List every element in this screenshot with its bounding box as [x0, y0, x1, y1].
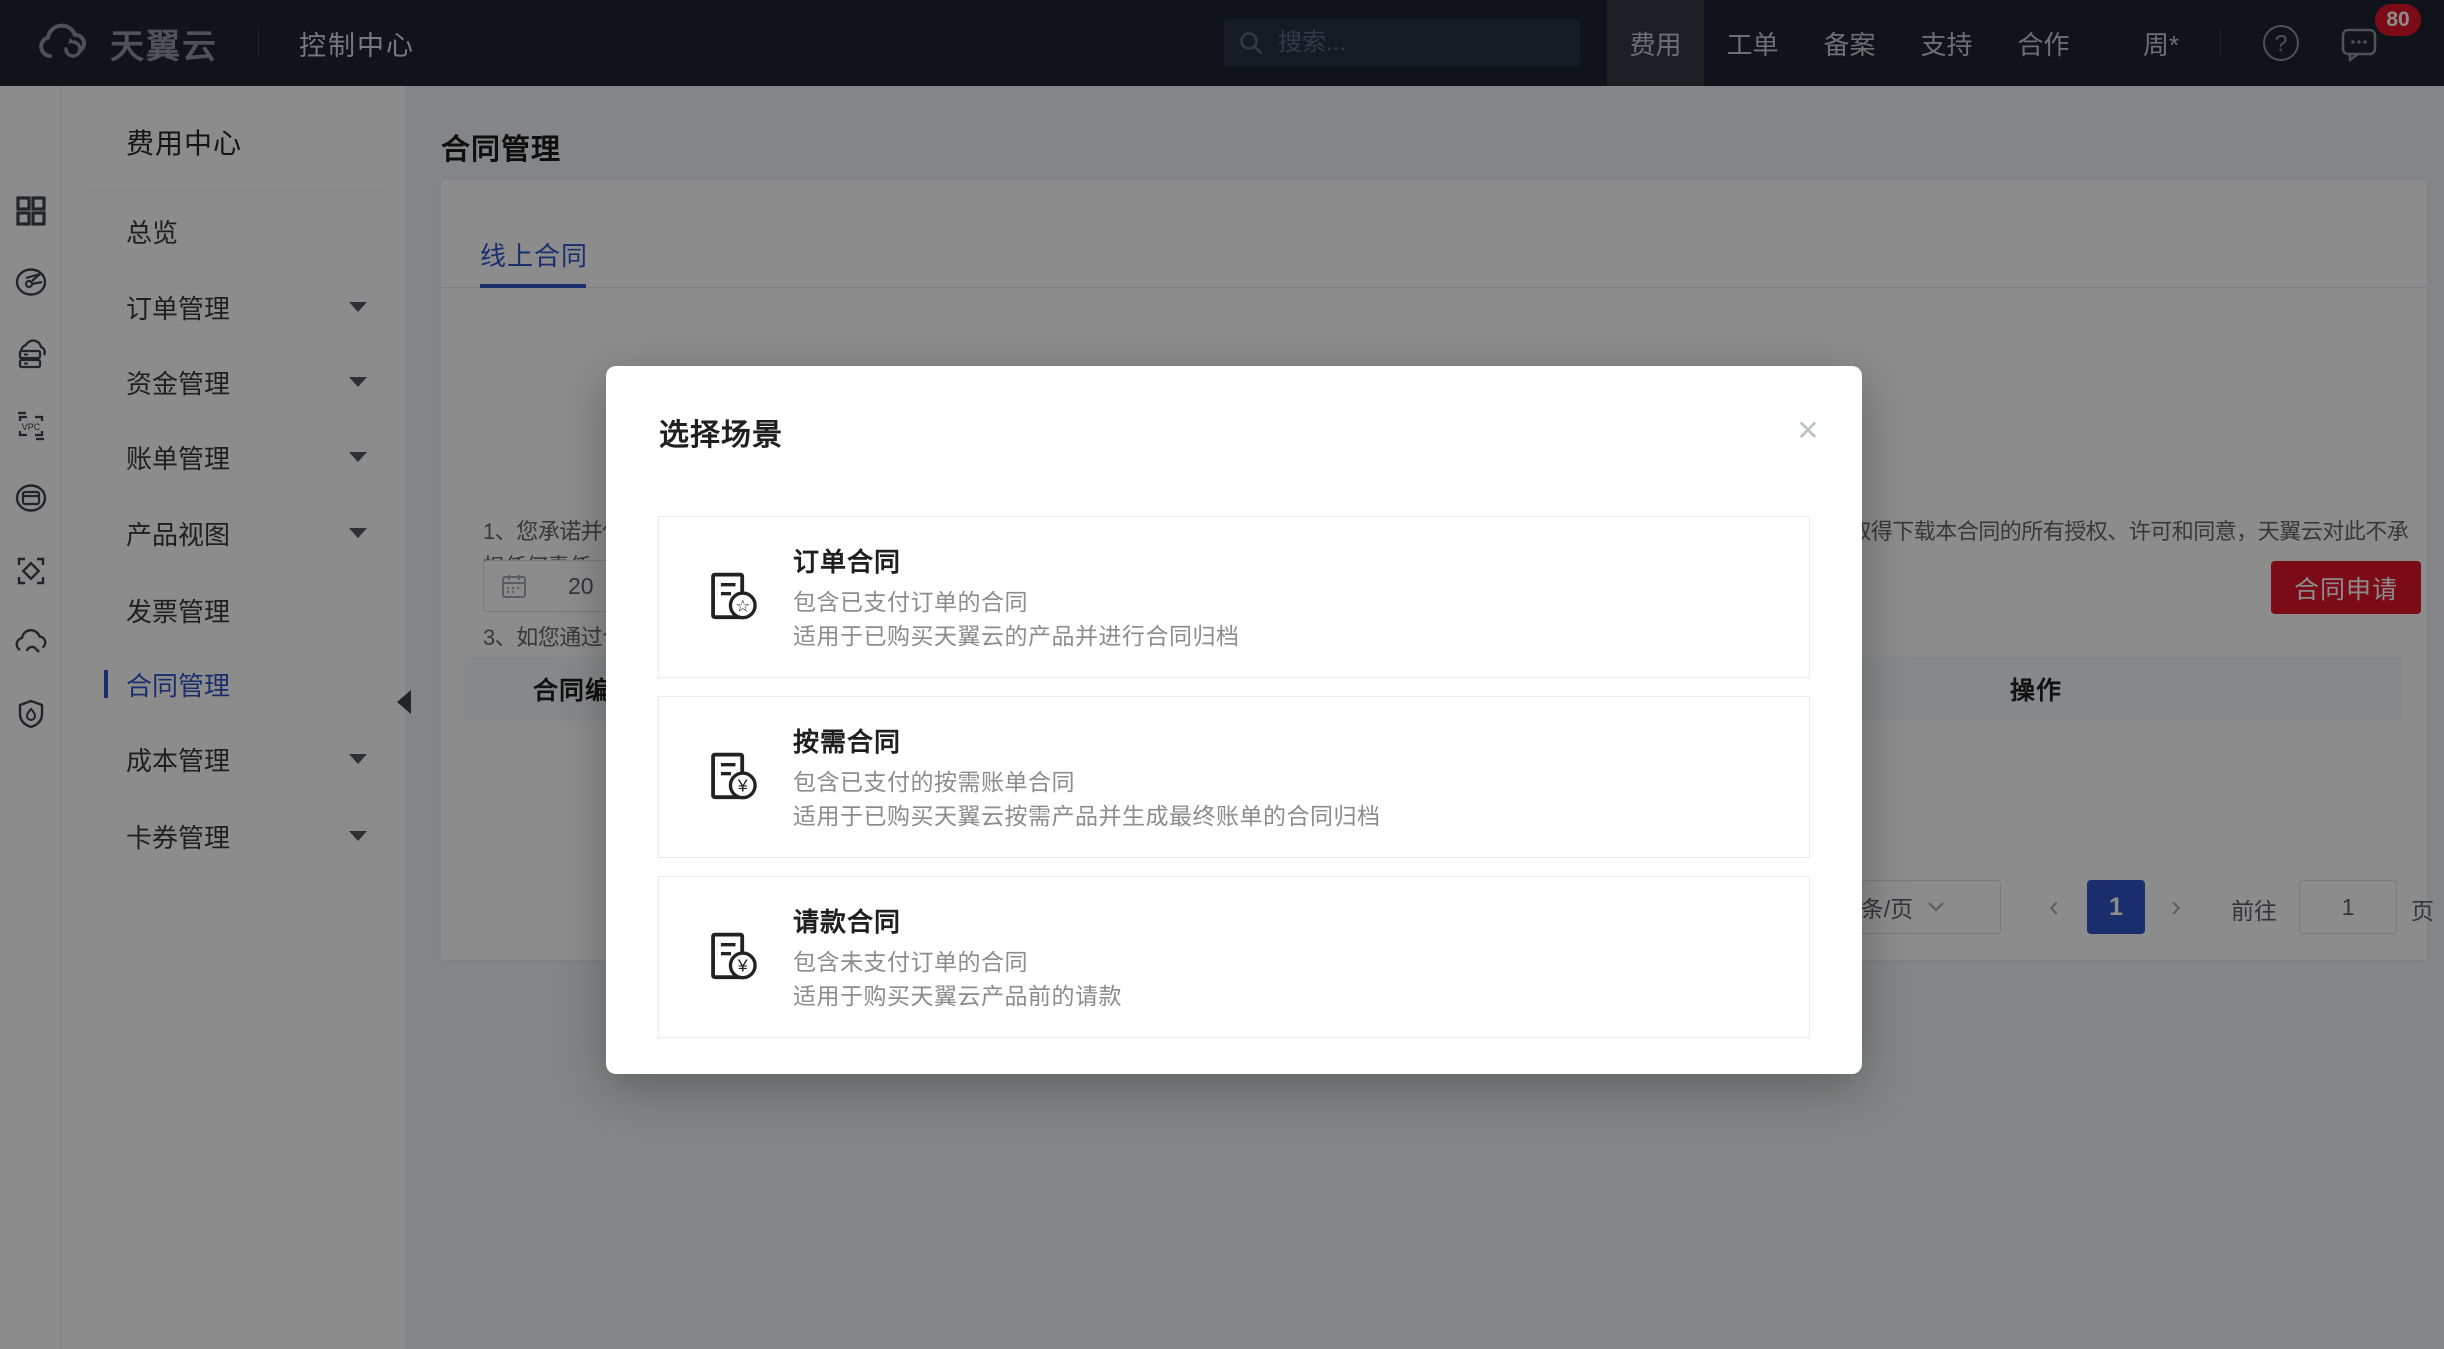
option-payment-request-contract[interactable]: ¥ 请款合同 包含未支付订单的合同 适用于购买天翼云产品前的请款 [658, 876, 1810, 1038]
contract-star-icon: ☆ [703, 569, 759, 625]
option-desc-line2: 适用于购买天翼云产品前的请款 [793, 979, 1122, 1013]
svg-text:¥: ¥ [737, 956, 748, 976]
option-desc: 包含已支付的按需账单合同 适用于已购买天翼云按需产品并生成最终账单的合同归档 [793, 765, 1381, 833]
option-ondemand-contract[interactable]: ¥ 按需合同 包含已支付的按需账单合同 适用于已购买天翼云按需产品并生成最终账单… [658, 696, 1810, 858]
page: 天翼云 控制中心 费用 工单 备案 支持 合作 周* ? [0, 0, 2444, 1349]
modal-title: 选择场景 [659, 410, 783, 454]
svg-text:☆: ☆ [735, 597, 750, 616]
option-title: 按需合同 [793, 722, 1381, 759]
contract-yen-icon: ¥ [703, 929, 759, 985]
option-text: 请款合同 包含未支付订单的合同 适用于购买天翼云产品前的请款 [793, 902, 1122, 1013]
svg-text:¥: ¥ [737, 776, 748, 796]
option-desc-line1: 包含未支付订单的合同 [793, 945, 1122, 979]
option-desc: 包含未支付订单的合同 适用于购买天翼云产品前的请款 [793, 945, 1122, 1013]
scenario-modal: 选择场景 ✕ ☆ 订单合同 包含已支付订单的合同 适用于已购买天翼云的产品并进行… [606, 366, 1862, 1074]
option-title: 订单合同 [793, 542, 1240, 579]
option-desc-line2: 适用于已购买天翼云的产品并进行合同归档 [793, 619, 1240, 653]
option-desc-line2: 适用于已购买天翼云按需产品并生成最终账单的合同归档 [793, 799, 1381, 833]
close-icon[interactable]: ✕ [1786, 408, 1830, 452]
option-desc: 包含已支付订单的合同 适用于已购买天翼云的产品并进行合同归档 [793, 585, 1240, 653]
option-order-contract[interactable]: ☆ 订单合同 包含已支付订单的合同 适用于已购买天翼云的产品并进行合同归档 [658, 516, 1810, 678]
option-title: 请款合同 [793, 902, 1122, 939]
contract-yen-icon: ¥ [703, 749, 759, 805]
option-text: 按需合同 包含已支付的按需账单合同 适用于已购买天翼云按需产品并生成最终账单的合… [793, 722, 1381, 833]
option-desc-line1: 包含已支付的按需账单合同 [793, 765, 1381, 799]
option-text: 订单合同 包含已支付订单的合同 适用于已购买天翼云的产品并进行合同归档 [793, 542, 1240, 653]
option-desc-line1: 包含已支付订单的合同 [793, 585, 1240, 619]
